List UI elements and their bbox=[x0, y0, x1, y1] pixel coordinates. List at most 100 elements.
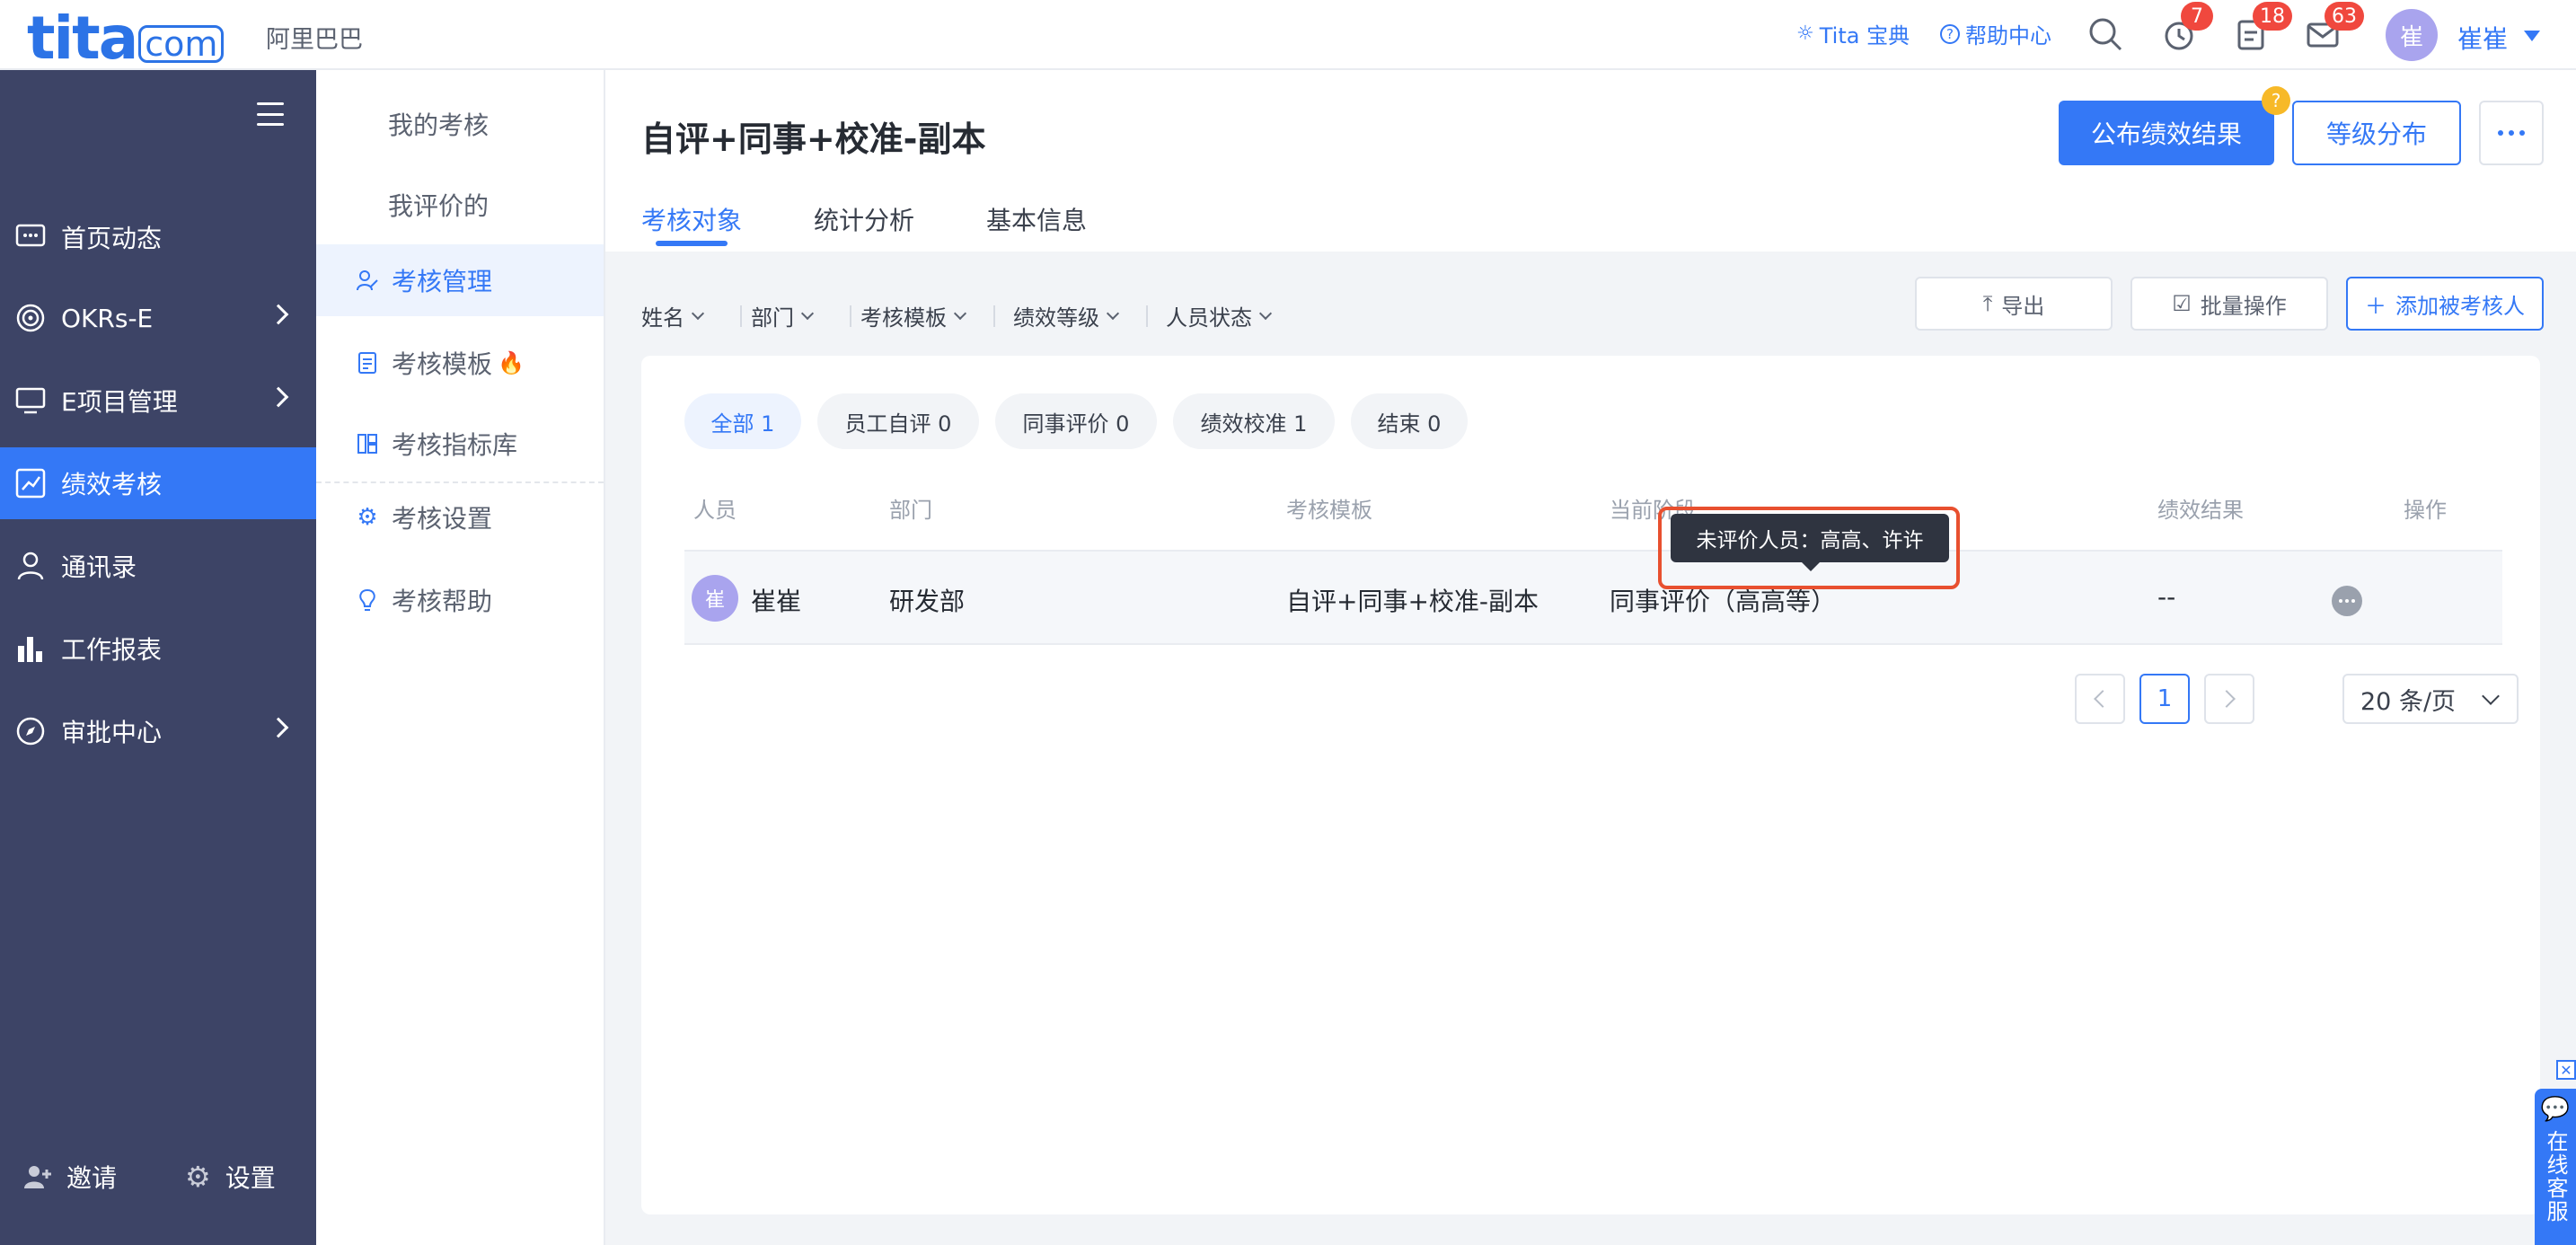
filter-label: 绩效等级 bbox=[1013, 305, 1099, 331]
result-cell: -- bbox=[2157, 582, 2176, 612]
chevron-right-icon bbox=[268, 717, 289, 738]
caret-down-icon[interactable] bbox=[2524, 31, 2540, 41]
bulb-icon: ☼ bbox=[1796, 22, 1814, 45]
hamburger-menu-icon[interactable] bbox=[257, 102, 284, 126]
add-reviewee-button[interactable]: ＋ 添加被考核人 bbox=[2346, 277, 2544, 331]
user-name-menu[interactable]: 崔崔 bbox=[2457, 20, 2508, 56]
logo-com-text: com bbox=[138, 25, 225, 63]
status-pill-calibration[interactable]: 绩效校准 1 bbox=[1173, 393, 1335, 449]
page-size-value: 20 条/页 bbox=[2360, 687, 2457, 716]
chevron-left-icon bbox=[2094, 690, 2112, 708]
user-avatar[interactable]: 崔 bbox=[2386, 9, 2438, 61]
nav-item-approval[interactable]: 审批中心 bbox=[0, 695, 316, 767]
chat-bubble-icon bbox=[14, 221, 47, 253]
tab-statistics[interactable]: 统计分析 bbox=[814, 201, 914, 237]
filter-person-status[interactable]: 人员状态 bbox=[1166, 300, 1273, 331]
avatar: 崔 bbox=[692, 575, 738, 622]
settings-button[interactable]: ⚙ 设置 bbox=[185, 1159, 276, 1195]
tab-basic-info[interactable]: 基本信息 bbox=[986, 201, 1087, 237]
tasks-badge: 18 bbox=[2253, 2, 2292, 31]
chevron-right-icon bbox=[268, 386, 289, 408]
target-icon bbox=[14, 302, 47, 334]
batch-label: 批量操作 bbox=[2200, 293, 2287, 319]
page-size-select[interactable]: 20 条/页 bbox=[2342, 674, 2519, 724]
column-header-template: 考核模板 bbox=[1286, 498, 1372, 523]
sub-item-i-reviewed[interactable]: 我评价的 bbox=[316, 169, 604, 241]
sub-item-my-review[interactable]: 我的考核 bbox=[316, 88, 604, 160]
publish-results-button[interactable]: 公布绩效结果 bbox=[2059, 101, 2274, 165]
help-center-label: 帮助中心 bbox=[1965, 23, 2051, 49]
org-name[interactable]: 阿里巴巴 bbox=[266, 20, 363, 55]
export-button[interactable]: ⤒ 导出 bbox=[1915, 277, 2113, 331]
invite-button[interactable]: 邀请 bbox=[23, 1159, 117, 1195]
filter-label: 部门 bbox=[751, 305, 794, 331]
nav-item-home-feed[interactable]: 首页动态 bbox=[0, 201, 316, 273]
status-pill-self-review[interactable]: 员工自评 0 bbox=[817, 393, 979, 449]
invite-label: 邀请 bbox=[66, 1163, 118, 1193]
tab-review-targets[interactable]: 考核对象 bbox=[641, 201, 742, 237]
chevron-right-icon bbox=[2218, 690, 2236, 708]
question-badge-icon[interactable]: ? bbox=[2262, 86, 2290, 115]
chat-close-button[interactable]: ✕ bbox=[2556, 1060, 2576, 1080]
sub-item-template[interactable]: 考核模板 🔥 bbox=[316, 327, 604, 399]
reminder-button[interactable]: 7 bbox=[2161, 2, 2213, 52]
tasks-button[interactable]: 18 bbox=[2233, 2, 2292, 52]
nav-item-contacts[interactable]: 通讯录 bbox=[0, 530, 316, 602]
batch-operation-button[interactable]: ☑ 批量操作 bbox=[2130, 277, 2328, 331]
tita-baodian-link[interactable]: ☼ Tita 宝典 bbox=[1796, 18, 1910, 49]
current-page[interactable]: 1 bbox=[2139, 674, 2190, 724]
results-card: 全部 1 员工自评 0 同事评价 0 绩效校准 1 结束 0 人员 部门 考核模… bbox=[641, 356, 2540, 1214]
sub-item-manage[interactable]: 考核管理 bbox=[316, 244, 604, 316]
upload-arrow-icon: ⤒ bbox=[1982, 291, 1993, 316]
table-row[interactable]: 崔 崔崔 研发部 自评+同事+校准-副本 同事评价（高高等） -- bbox=[684, 550, 2502, 645]
status-pill-all[interactable]: 全部 1 bbox=[684, 393, 801, 449]
person-name[interactable]: 崔崔 bbox=[751, 582, 801, 618]
grid-icon bbox=[356, 432, 379, 455]
level-distribution-button[interactable]: 等级分布 bbox=[2292, 101, 2461, 165]
logo-text: tita bbox=[27, 4, 138, 73]
gear-icon: ⚙ bbox=[357, 504, 378, 531]
filter-department[interactable]: 部门 bbox=[751, 300, 815, 331]
messages-button[interactable]: 63 bbox=[2305, 2, 2364, 52]
export-label: 导出 bbox=[2001, 293, 2045, 319]
template-cell: 自评+同事+校准-副本 bbox=[1286, 587, 1539, 616]
sub-item-settings[interactable]: ⚙ 考核设置 bbox=[316, 481, 604, 553]
sub-item-label: 我评价的 bbox=[388, 191, 490, 221]
sub-item-label: 考核帮助 bbox=[392, 587, 493, 616]
filter-separator bbox=[1146, 305, 1148, 327]
column-header-actions: 操作 bbox=[2404, 498, 2447, 523]
compass-icon bbox=[14, 715, 47, 747]
page-title: 自评+同事+校准-副本 bbox=[641, 119, 986, 159]
row-actions-button[interactable] bbox=[2332, 586, 2362, 616]
status-pill-finished[interactable]: 结束 0 bbox=[1351, 393, 1468, 449]
tita-logo[interactable]: tita com bbox=[27, 4, 225, 73]
fire-icon: 🔥 bbox=[498, 350, 525, 375]
chevron-down-icon bbox=[2482, 687, 2500, 705]
monitor-icon bbox=[14, 384, 47, 417]
help-center-link[interactable]: ? 帮助中心 bbox=[1940, 18, 2051, 49]
more-options-button[interactable] bbox=[2479, 101, 2544, 165]
nav-item-performance[interactable]: 绩效考核 bbox=[0, 447, 316, 519]
column-header-person: 人员 bbox=[693, 498, 737, 523]
reminder-badge: 7 bbox=[2181, 2, 2213, 31]
column-header-result: 绩效结果 bbox=[2157, 498, 2244, 523]
batch-check-icon: ☑ bbox=[2172, 291, 2192, 316]
search-button[interactable] bbox=[2087, 16, 2123, 52]
nav-item-project[interactable]: E项目管理 bbox=[0, 365, 316, 437]
filter-name[interactable]: 姓名 bbox=[641, 300, 705, 331]
chat-bubble-icon: 💬 bbox=[2540, 1096, 2571, 1123]
filter-performance-level[interactable]: 绩效等级 bbox=[1013, 300, 1120, 331]
more-dots-icon bbox=[2498, 130, 2503, 136]
online-service-widget[interactable]: 💬 在线客服 bbox=[2535, 1089, 2576, 1245]
active-tab-indicator bbox=[656, 241, 728, 246]
filter-separator bbox=[993, 305, 995, 327]
prev-page-button[interactable] bbox=[2075, 674, 2125, 724]
nav-item-okrs[interactable]: OKRs-E bbox=[0, 282, 316, 354]
sub-item-help[interactable]: 考核帮助 bbox=[316, 564, 604, 636]
status-pill-peer-review[interactable]: 同事评价 0 bbox=[995, 393, 1157, 449]
nav-item-reports[interactable]: 工作报表 bbox=[0, 613, 316, 684]
department-cell: 研发部 bbox=[889, 587, 966, 616]
filter-template[interactable]: 考核模板 bbox=[860, 300, 967, 331]
next-page-button[interactable] bbox=[2204, 674, 2254, 724]
sub-item-indicator[interactable]: 考核指标库 bbox=[316, 408, 604, 480]
